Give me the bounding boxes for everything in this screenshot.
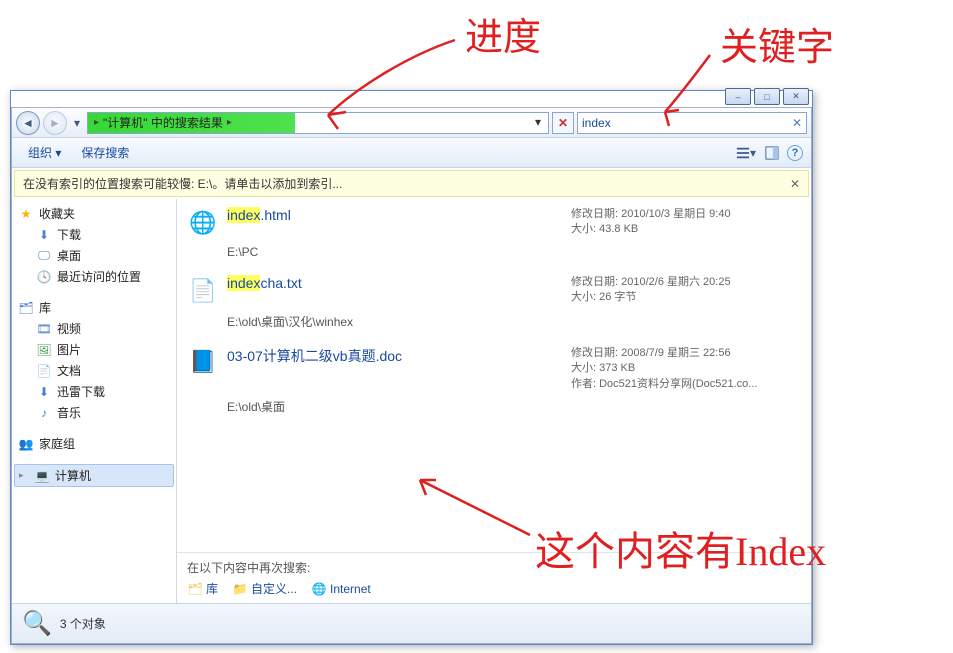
breadcrumb-arrow-icon: ▸ — [227, 117, 232, 128]
desktop-icon: 🖵 — [36, 248, 52, 264]
result-name[interactable]: indexcha.txt — [227, 275, 302, 291]
custom-icon: 📁 — [232, 581, 248, 597]
music-icon: ♪ — [36, 405, 52, 421]
index-warning-text: 在没有索引的位置搜索可能较慢: E:\。请单击以添加到索引... — [23, 175, 342, 192]
search-input[interactable] — [582, 116, 792, 130]
help-button[interactable]: ? — [787, 145, 803, 161]
navigation-bar: ◄ ► ▾ ▸ "计算机" 中的搜索结果 ▸ ▾ ✕ ✕ — [12, 108, 811, 138]
annotation-keyword-text: 关键字 — [720, 27, 834, 69]
chevron-right-icon: ▸ — [19, 470, 29, 481]
breadcrumb-label: "计算机" 中的搜索结果 — [103, 114, 223, 131]
computer-item[interactable]: ▸💻计算机 — [14, 464, 174, 487]
sidebar-item-pictures[interactable]: 🖼图片 — [14, 339, 174, 360]
view-mode-button[interactable]: ▾ — [735, 143, 757, 163]
save-search-button[interactable]: 保存搜索 — [73, 141, 137, 164]
word-file-icon: 📘 — [187, 346, 219, 378]
star-icon: ★ — [18, 206, 34, 222]
status-text: 3 个对象 — [60, 615, 106, 632]
search-result[interactable]: 📄 indexcha.txt 修改日期: 2010/2/6 星期六 20:25大… — [187, 273, 801, 309]
result-name[interactable]: 03-07计算机二级vb真题.doc — [227, 348, 402, 364]
sidebar-item-videos[interactable]: 🎞视频 — [14, 318, 174, 339]
recent-icon: 🕓 — [36, 269, 52, 285]
library-icon: 🗂 — [18, 300, 34, 316]
download-icon: ⬇ — [36, 227, 52, 243]
search-again-section: 在以下内容中再次搜索: 🗂库 📁自定义... 🌐Internet — [177, 552, 811, 603]
text-file-icon: 📄 — [187, 275, 219, 307]
download-icon: ⬇ — [36, 384, 52, 400]
library-icon: 🗂 — [187, 581, 203, 597]
index-warning-bar[interactable]: 在没有索引的位置搜索可能较慢: E:\。请单击以添加到索引... ✕ — [14, 170, 809, 197]
magnifier-icon: 🔍 — [22, 609, 52, 638]
html-file-icon: 🌐 — [187, 207, 219, 239]
forward-button[interactable]: ► — [43, 111, 67, 135]
explorer-window: – □ ✕ ◄ ► ▾ ▸ "计算机" 中的搜索结果 ▸ ▾ ✕ ✕ — [10, 90, 813, 645]
back-button[interactable]: ◄ — [16, 111, 40, 135]
document-icon: 📄 — [36, 363, 52, 379]
search-again-custom[interactable]: 📁自定义... — [232, 580, 297, 597]
command-bar: 组织 ▾ 保存搜索 ▾ ? — [12, 138, 811, 168]
address-bar[interactable]: ▸ "计算机" 中的搜索结果 ▸ ▾ — [87, 112, 549, 134]
favorites-group[interactable]: ★收藏夹 — [14, 203, 174, 224]
close-infobar-icon[interactable]: ✕ — [790, 177, 800, 191]
result-path: E:\PC — [227, 245, 801, 259]
sidebar-item-downloads[interactable]: ⬇下载 — [14, 224, 174, 245]
search-again-internet[interactable]: 🌐Internet — [311, 581, 371, 597]
navigation-pane: ★收藏夹 ⬇下载 🖵桌面 🕓最近访问的位置 🗂库 🎞视频 🖼图片 📄文档 ⬇迅雷… — [12, 199, 177, 603]
results-pane: 🌐 index.html 修改日期: 2010/10/3 星期日 9:40大小:… — [177, 199, 811, 603]
maximize-button[interactable]: □ — [754, 88, 780, 105]
search-result[interactable]: 🌐 index.html 修改日期: 2010/10/3 星期日 9:40大小:… — [187, 205, 801, 241]
address-dropdown[interactable]: ▾ — [530, 115, 546, 131]
sidebar-item-recent[interactable]: 🕓最近访问的位置 — [14, 266, 174, 287]
sidebar-item-documents[interactable]: 📄文档 — [14, 360, 174, 381]
status-bar: 🔍 3 个对象 — [12, 603, 811, 643]
nav-history-dropdown[interactable]: ▾ — [70, 113, 84, 133]
sidebar-item-desktop[interactable]: 🖵桌面 — [14, 245, 174, 266]
homegroup-icon: 👥 — [18, 436, 34, 452]
stop-button[interactable]: ✕ — [552, 112, 574, 134]
result-meta: 修改日期: 2010/2/6 星期六 20:25大小: 26 字节 — [571, 275, 801, 307]
result-path: E:\old\桌面 — [227, 398, 801, 415]
minimize-button[interactable]: – — [725, 88, 751, 105]
breadcrumb-arrow-icon: ▸ — [94, 117, 99, 128]
result-meta: 修改日期: 2010/10/3 星期日 9:40大小: 43.8 KB — [571, 207, 801, 239]
organize-menu[interactable]: 组织 ▾ — [20, 141, 69, 164]
sidebar-item-music[interactable]: ♪音乐 — [14, 402, 174, 423]
libraries-group[interactable]: 🗂库 — [14, 297, 174, 318]
annotation-progress-text: 进度 — [465, 17, 541, 59]
computer-icon: 💻 — [34, 468, 50, 484]
picture-icon: 🖼 — [36, 342, 52, 358]
result-path: E:\old\桌面\汉化\winhex — [227, 313, 801, 330]
video-icon: 🎞 — [36, 321, 52, 337]
preview-pane-button[interactable] — [761, 143, 783, 163]
close-button[interactable]: ✕ — [783, 88, 809, 105]
internet-icon: 🌐 — [311, 581, 327, 597]
search-box[interactable]: ✕ — [577, 112, 807, 134]
search-result[interactable]: 📘 03-07计算机二级vb真题.doc 修改日期: 2008/7/9 星期三 … — [187, 344, 801, 394]
clear-search-icon[interactable]: ✕ — [792, 116, 802, 130]
homegroup-item[interactable]: 👥家庭组 — [14, 433, 174, 454]
result-name[interactable]: index.html — [227, 207, 291, 223]
result-meta: 修改日期: 2008/7/9 星期三 22:56大小: 373 KB作者: Do… — [571, 346, 801, 392]
search-again-libraries[interactable]: 🗂库 — [187, 580, 218, 597]
sidebar-item-xunlei[interactable]: ⬇迅雷下载 — [14, 381, 174, 402]
search-again-label: 在以下内容中再次搜索: — [187, 559, 801, 576]
